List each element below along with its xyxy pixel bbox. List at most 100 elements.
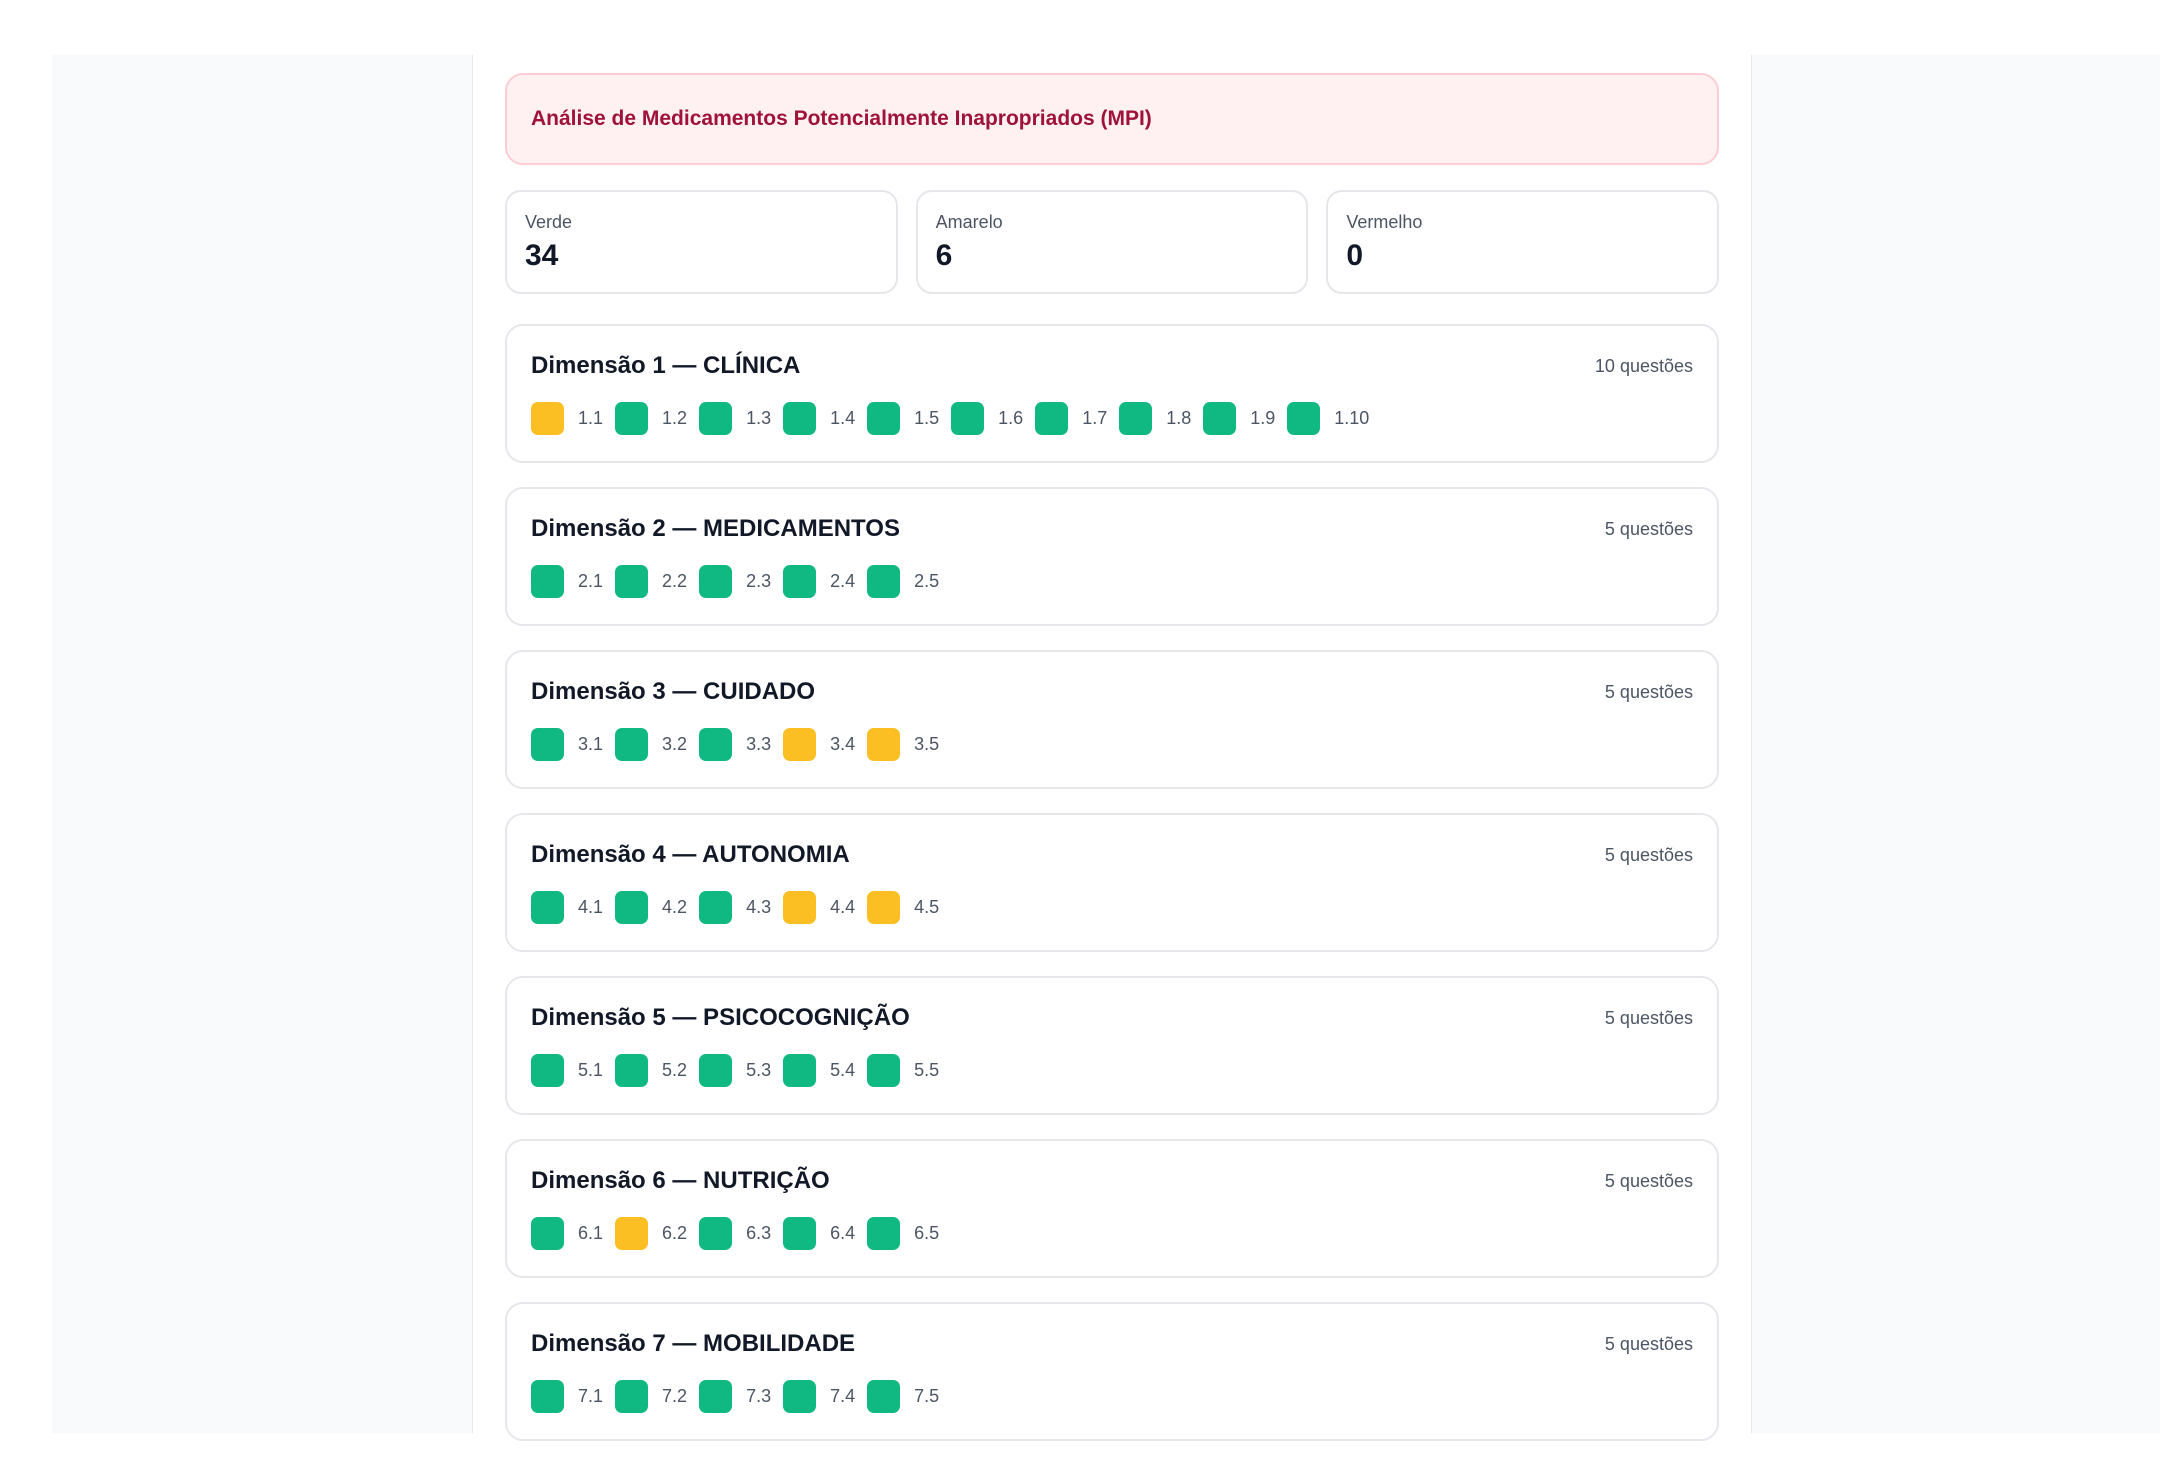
status-square-green: [951, 402, 985, 435]
question-item[interactable]: 1.7: [1035, 402, 1107, 435]
question-item[interactable]: 4.3: [699, 891, 771, 924]
dimension-card-1: Dimensão 1 — CLÍNICA 10 questões 1.1 1.2 1.3…: [505, 324, 1719, 463]
question-item[interactable]: 3.1: [531, 728, 603, 761]
question-item[interactable]: 6.1: [531, 1217, 603, 1250]
question-item[interactable]: 3.4: [783, 728, 855, 761]
question-label: 1.3: [746, 408, 772, 428]
question-item[interactable]: 2.2: [615, 565, 687, 598]
dimension-title: Dimensão 2 — MEDICAMENTOS: [531, 515, 900, 542]
question-label: 7.3: [746, 1386, 772, 1406]
dimension-card-3: Dimensão 3 — CUIDADO 5 questões 3.1 3.2 3.3 3…: [505, 650, 1719, 789]
report-content: Análise de Medicamentos Potencialmente I…: [505, 73, 1720, 1465]
dimension-question-count: 5 questões: [1604, 844, 1693, 865]
question-item[interactable]: 1.1: [531, 402, 603, 435]
question-item[interactable]: 7.1: [531, 1380, 603, 1413]
question-label: 2.5: [914, 571, 940, 591]
question-item[interactable]: 5.3: [699, 1054, 771, 1087]
question-item[interactable]: 6.4: [783, 1217, 855, 1250]
question-label: 7.5: [914, 1386, 940, 1406]
question-item[interactable]: 4.5: [867, 891, 939, 924]
summary-card-vermelho: Vermelho 0: [1326, 190, 1720, 294]
question-label: 3.2: [662, 734, 688, 754]
status-square-green: [1119, 402, 1153, 435]
question-item[interactable]: 7.2: [615, 1380, 687, 1413]
summary-value: 6: [935, 239, 953, 272]
summary-card-verde: Verde 34: [505, 190, 898, 294]
dimension-title: Dimensão 3 — CUIDADO: [531, 678, 816, 705]
question-item[interactable]: 1.8: [1119, 402, 1191, 435]
question-item[interactable]: 5.1: [531, 1054, 603, 1087]
question-item[interactable]: 7.5: [867, 1380, 939, 1413]
question-list: 6.1 6.2 6.3 6.4 6.5: [531, 1217, 1693, 1250]
question-item[interactable]: 3.5: [867, 728, 939, 761]
question-item[interactable]: 1.6: [951, 402, 1023, 435]
question-item[interactable]: 2.3: [699, 565, 771, 598]
status-square-green: [1035, 402, 1069, 435]
question-item[interactable]: 2.1: [531, 565, 603, 598]
status-square-green: [699, 891, 733, 924]
question-list: 5.1 5.2 5.3 5.4 5.5: [531, 1054, 1693, 1087]
status-square-green: [615, 891, 649, 924]
question-label: 1.7: [1082, 408, 1108, 428]
status-square-green: [867, 565, 901, 598]
dimension-card-6: Dimensão 6 — NUTRIÇÃO 5 questões 6.1 6.2 6.3…: [505, 1139, 1719, 1278]
question-item[interactable]: 6.2: [615, 1217, 687, 1250]
dimension-header: Dimensão 1 — CLÍNICA 10 questões: [531, 352, 1693, 380]
status-square-green: [699, 728, 733, 761]
question-item[interactable]: 5.2: [615, 1054, 687, 1087]
question-item[interactable]: 2.4: [783, 565, 855, 598]
question-list: 3.1 3.2 3.3 3.4 3.5: [531, 728, 1693, 761]
dimension-question-count: 10 questões: [1594, 355, 1693, 376]
question-label: 4.3: [746, 897, 772, 917]
dimension-title: Dimensão 1 — CLÍNICA: [531, 352, 801, 379]
question-item[interactable]: 1.10: [1287, 402, 1369, 435]
status-square-green: [531, 1380, 564, 1413]
question-item[interactable]: 7.3: [699, 1380, 771, 1413]
question-label: 6.5: [914, 1223, 940, 1243]
dimension-header: Dimensão 6 — NUTRIÇÃO 5 questões: [531, 1167, 1693, 1195]
dimension-question-count: 5 questões: [1604, 518, 1693, 539]
question-label: 7.2: [662, 1386, 688, 1406]
question-item[interactable]: 6.3: [699, 1217, 771, 1250]
question-label: 3.4: [830, 734, 856, 754]
question-item[interactable]: 6.5: [867, 1217, 939, 1250]
question-item[interactable]: 1.3: [699, 402, 771, 435]
dimension-list: Dimensão 1 — CLÍNICA 10 questões 1.1 1.2 1.3…: [505, 324, 1719, 1441]
question-label: 3.3: [746, 734, 772, 754]
question-label: 5.1: [578, 1060, 604, 1080]
question-item[interactable]: 4.2: [615, 891, 687, 924]
question-item[interactable]: 5.4: [783, 1054, 855, 1087]
question-label: 1.5: [914, 408, 940, 428]
status-square-green: [531, 1054, 564, 1087]
dimension-title: Dimensão 7 — MOBILIDADE: [531, 1330, 856, 1357]
question-item[interactable]: 4.4: [783, 891, 855, 924]
status-square-green: [1203, 402, 1237, 435]
question-label: 1.8: [1166, 408, 1192, 428]
question-item[interactable]: 1.4: [783, 402, 855, 435]
status-square-green: [699, 402, 733, 435]
status-square-green: [783, 1380, 817, 1413]
question-item[interactable]: 1.5: [867, 402, 939, 435]
status-square-amber: [783, 891, 817, 924]
question-item[interactable]: 7.4: [783, 1380, 855, 1413]
dimension-card-4: Dimensão 4 — AUTONOMIA 5 questões 4.1 4.2 4.…: [505, 813, 1719, 952]
summary-value: 34: [525, 239, 559, 272]
question-item[interactable]: 1.9: [1203, 402, 1275, 435]
question-label: 7.4: [830, 1386, 856, 1406]
dimension-header: Dimensão 4 — AUTONOMIA 5 questões: [531, 841, 1693, 869]
dimension-header: Dimensão 2 — MEDICAMENTOS 5 questões: [531, 515, 1693, 543]
mpi-alert-banner: Análise de Medicamentos Potencialmente I…: [505, 73, 1719, 165]
question-item[interactable]: 5.5: [867, 1054, 939, 1087]
question-item[interactable]: 1.2: [615, 402, 687, 435]
question-item[interactable]: 3.3: [699, 728, 771, 761]
question-item[interactable]: 4.1: [531, 891, 603, 924]
question-item[interactable]: 3.2: [615, 728, 687, 761]
question-label: 6.1: [578, 1223, 604, 1243]
status-square-green: [867, 1217, 901, 1250]
dimension-question-count: 5 questões: [1604, 681, 1693, 702]
status-square-green: [867, 1380, 901, 1413]
question-item[interactable]: 2.5: [867, 565, 939, 598]
status-square-green: [867, 402, 901, 435]
status-square-amber: [531, 402, 564, 435]
dimension-question-count: 5 questões: [1604, 1170, 1693, 1191]
